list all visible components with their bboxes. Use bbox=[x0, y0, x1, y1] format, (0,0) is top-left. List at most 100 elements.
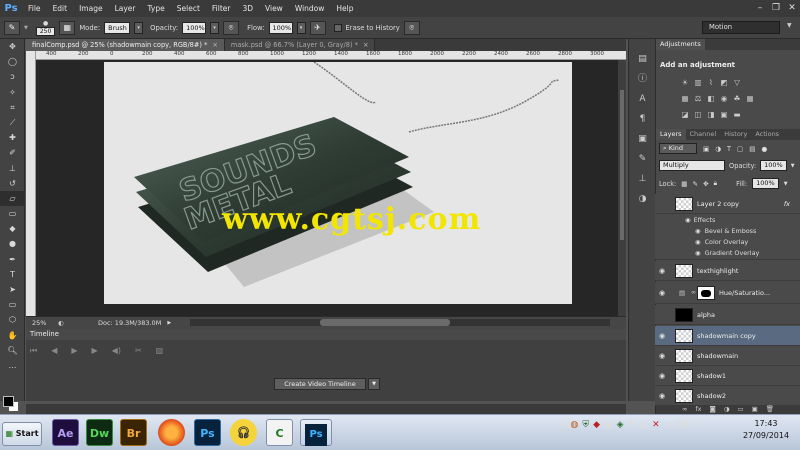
menu-window[interactable]: Window bbox=[289, 4, 331, 13]
curves-icon[interactable]: ⌇ bbox=[706, 78, 716, 88]
chevron-down-icon[interactable]: ▼ bbox=[791, 163, 795, 169]
shape-filter-icon[interactable]: ▢ bbox=[737, 145, 743, 153]
blur-tool-icon[interactable]: ◆ bbox=[0, 221, 25, 236]
audio-icon[interactable]: ◀) bbox=[112, 346, 121, 356]
delete-layer-icon[interactable]: 🗑︎ bbox=[766, 405, 774, 414]
vertical-ruler[interactable] bbox=[26, 51, 36, 316]
layer-kind-filter[interactable]: ⌕ Kind bbox=[659, 143, 697, 154]
link-layers-icon[interactable]: ∞ bbox=[682, 405, 687, 414]
tab-mask[interactable]: mask.psd @ 66.7% (Layer 0, Gray/8) * × bbox=[224, 39, 376, 51]
quick-select-tool-icon[interactable]: ✧ bbox=[0, 85, 25, 100]
tray-keyboard-icon[interactable]: ⌨ bbox=[676, 420, 689, 430]
fx-badge[interactable]: fx bbox=[784, 200, 790, 208]
menu-help[interactable]: Help bbox=[330, 4, 359, 13]
layer-row-layer2copy[interactable]: ● Layer 2 copy fx bbox=[655, 194, 800, 214]
workspace-select[interactable]: Motion bbox=[702, 21, 780, 34]
add-mask-icon[interactable]: ◙ bbox=[710, 405, 716, 414]
tab-adjustments[interactable]: Adjustments bbox=[656, 39, 705, 50]
close-tab-icon[interactable]: × bbox=[363, 41, 369, 49]
visibility-icon[interactable]: ◉ bbox=[655, 267, 669, 275]
menu-image[interactable]: Image bbox=[73, 4, 109, 13]
visibility-icon[interactable]: ◉ bbox=[655, 392, 669, 400]
layer-row-shadow1[interactable]: ◉ shadow1 bbox=[655, 366, 800, 386]
move-tool-icon[interactable]: ✥ bbox=[0, 39, 25, 54]
status-menu-arrow-icon[interactable]: ▶ bbox=[167, 320, 171, 326]
visibility-icon[interactable]: ◉ bbox=[655, 372, 669, 380]
eraser-tool-preset-icon[interactable]: ✎ bbox=[4, 20, 20, 35]
tab-channels[interactable]: Channel bbox=[686, 129, 721, 140]
tray-volume-muted-icon[interactable]: ✕ bbox=[652, 420, 660, 430]
new-adjustment-icon[interactable]: ◑ bbox=[724, 405, 730, 414]
horizontal-scroll-thumb[interactable] bbox=[320, 319, 450, 326]
tray-arrow-icon[interactable]: ◂ bbox=[562, 420, 567, 430]
layer-opacity-field[interactable]: 100% bbox=[760, 160, 787, 171]
effect-eye-icon[interactable]: ◉ bbox=[695, 238, 701, 246]
start-button[interactable]: ▦ Start bbox=[2, 422, 42, 446]
more-tools-icon[interactable]: … bbox=[0, 358, 25, 373]
photo-filter-icon[interactable]: ◉ bbox=[719, 94, 729, 104]
tray-network-icon[interactable]: ▥ bbox=[640, 420, 649, 430]
blend-mode-select[interactable]: Multiply bbox=[659, 160, 725, 171]
layer-row-shadow2[interactable]: ◉ shadow2 bbox=[655, 386, 800, 406]
mode-select[interactable]: Brush bbox=[104, 21, 131, 34]
layer-row-texthighlight[interactable]: ◉ texthighlight bbox=[655, 261, 800, 281]
marquee-tool-icon[interactable]: ◯ bbox=[0, 54, 25, 69]
menu-file[interactable]: File bbox=[22, 4, 47, 13]
chevron-down-icon[interactable]: ▼ bbox=[368, 378, 380, 390]
properties-panel-icon[interactable]: ▣ bbox=[629, 129, 656, 149]
brush-panel-icon[interactable]: ▦ bbox=[59, 20, 76, 35]
lock-pixels-icon[interactable]: ✎ bbox=[693, 180, 699, 188]
menu-filter[interactable]: Filter bbox=[206, 4, 237, 13]
chevron-down-icon[interactable]: ▼ bbox=[784, 181, 788, 187]
threshold-icon[interactable]: ◨ bbox=[706, 110, 716, 120]
history-panel-icon[interactable]: ▤ bbox=[629, 49, 656, 69]
tray-security-icon[interactable]: ⛨ bbox=[582, 420, 589, 430]
eyedropper-tool-icon[interactable]: ⟋ bbox=[0, 115, 25, 130]
black-white-icon[interactable]: ◧ bbox=[706, 94, 716, 104]
clone-stamp-tool-icon[interactable]: ⊥ bbox=[0, 161, 25, 176]
close-icon[interactable]: ✕ bbox=[784, 0, 800, 17]
status-info-icon[interactable]: ◐ bbox=[58, 319, 68, 327]
color-lookup-icon[interactable]: ▦ bbox=[745, 94, 755, 104]
tab-history[interactable]: History bbox=[720, 129, 751, 140]
play-icon[interactable]: ▶ bbox=[71, 346, 77, 356]
taskbar-clock[interactable]: 17:43 27/09/2014 bbox=[736, 418, 796, 442]
visibility-icon[interactable]: ◉ bbox=[655, 332, 669, 340]
brush-tool-icon[interactable]: ✐ bbox=[0, 145, 25, 160]
brush-presets-icon[interactable]: ✎ bbox=[629, 149, 656, 169]
layer-row-shadowmain-copy[interactable]: ◉ shadowmain copy bbox=[655, 326, 800, 346]
effect-gradient-overlay[interactable]: ◉ Gradient Overlay bbox=[655, 247, 800, 260]
effect-eye-icon[interactable]: ◉ bbox=[695, 227, 701, 235]
brightness-icon[interactable]: ☀ bbox=[680, 78, 690, 88]
path-select-tool-icon[interactable]: ➤ bbox=[0, 282, 25, 297]
lock-position-icon[interactable]: ✥ bbox=[703, 180, 709, 188]
visibility-icon[interactable]: ● bbox=[655, 311, 669, 319]
pen-tool-icon[interactable]: ✒ bbox=[0, 252, 25, 267]
visibility-icon[interactable]: ● bbox=[655, 200, 669, 208]
pressure-size-icon[interactable]: ⌾ bbox=[403, 20, 420, 35]
effect-eye-icon[interactable]: ◉ bbox=[695, 249, 701, 257]
type-filter-icon[interactable]: T bbox=[727, 145, 731, 153]
tray-flag-icon[interactable]: ⚑ bbox=[628, 420, 636, 430]
fill-field[interactable]: 100% bbox=[752, 178, 779, 189]
effect-color-overlay[interactable]: ◉ Color Overlay bbox=[655, 236, 800, 247]
foreground-color-swatch[interactable] bbox=[3, 396, 14, 407]
invert-icon[interactable]: ◪ bbox=[680, 110, 690, 120]
menu-layer[interactable]: Layer bbox=[109, 4, 142, 13]
chevron-down-icon[interactable]: ▼ bbox=[24, 25, 28, 31]
clone-source-icon[interactable]: ⊥ bbox=[629, 169, 656, 189]
opacity-field[interactable]: 100% bbox=[182, 21, 207, 34]
flow-slider-icon[interactable]: ▾ bbox=[296, 21, 306, 34]
zoom-level[interactable]: 25% bbox=[32, 319, 58, 327]
photoshop-active-taskbar-button[interactable]: Ps bbox=[300, 419, 332, 446]
minimize-icon[interactable]: – bbox=[752, 0, 768, 17]
tray-display-icon[interactable]: ▭ bbox=[664, 420, 673, 430]
lock-transparent-icon[interactable]: ▦ bbox=[681, 180, 687, 188]
adjustment-filter-icon[interactable]: ◑ bbox=[715, 145, 721, 153]
transition-icon[interactable]: ▨ bbox=[156, 346, 164, 356]
filter-toggle-icon[interactable]: ● bbox=[762, 145, 768, 153]
visibility-icon[interactable]: ◉ bbox=[655, 289, 669, 297]
headphones-taskbar-icon[interactable]: 🎧︎ bbox=[230, 419, 257, 446]
color-panel-icon[interactable]: ◑ bbox=[629, 189, 656, 209]
hand-tool-icon[interactable]: ✋ bbox=[0, 328, 25, 343]
